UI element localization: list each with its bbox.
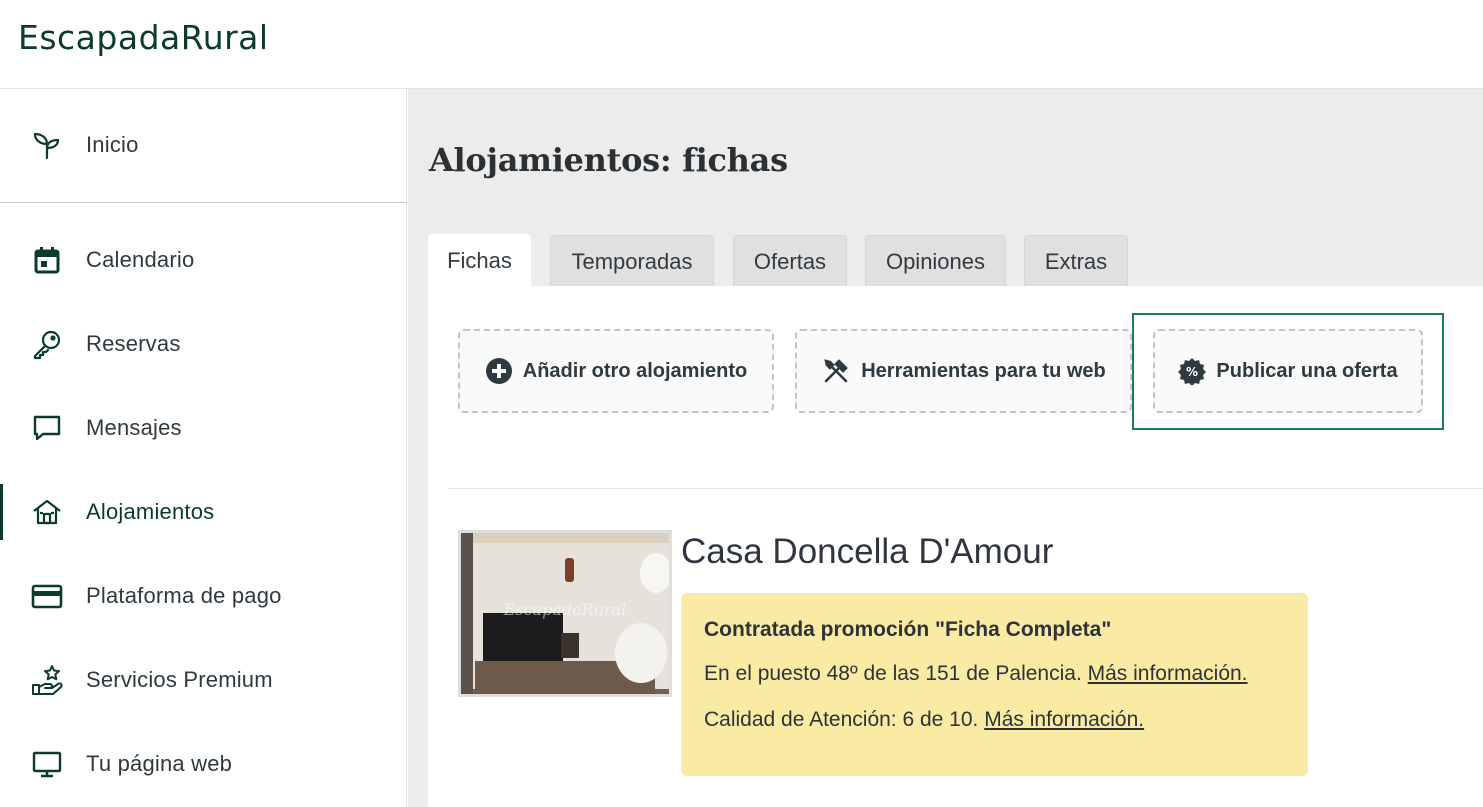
listing-title[interactable]: Casa Doncella D'Amour	[681, 532, 1053, 572]
house-icon	[30, 495, 64, 529]
percent-badge-icon: %	[1178, 357, 1207, 385]
sidebar-item-label: Reservas	[86, 331, 181, 356]
sidebar: Inicio Calendario Reservas Mensajes Aloj…	[0, 89, 407, 807]
credit-card-icon	[30, 579, 64, 613]
main-content: Alojamientos: fichas Fichas Temporadas O…	[408, 89, 1483, 807]
listing-photo[interactable]: EscapadaRural	[458, 530, 672, 697]
sidebar-item-label: Mensajes	[86, 415, 182, 440]
promo-box: Contratada promoción "Ficha Completa" En…	[681, 593, 1308, 776]
sidebar-item-label: Inicio	[86, 132, 139, 157]
ranking-text: En el puesto 48º de las 151 de Palencia.	[704, 662, 1082, 685]
quality-more-info-link[interactable]: Más información.	[984, 708, 1144, 731]
sidebar-item-calendario[interactable]: Calendario	[0, 232, 407, 288]
hand-star-icon	[30, 663, 64, 697]
plus-circle-icon	[485, 357, 513, 385]
monitor-icon	[30, 747, 64, 781]
sidebar-item-label: Calendario	[86, 247, 195, 272]
message-icon	[30, 411, 64, 445]
page-title: Alojamientos: fichas	[429, 141, 788, 179]
listing-photo-image: EscapadaRural	[461, 533, 669, 694]
sidebar-item-mensajes[interactable]: Mensajes	[0, 400, 407, 456]
sidebar-item-plataforma-de-pago[interactable]: Plataforma de pago	[0, 568, 407, 624]
tab-panel-fichas: Añadir otro alojamiento Herramientas par…	[428, 286, 1483, 807]
top-bar: EscapadaRural	[0, 0, 1483, 89]
sidebar-item-label: Servicios Premium	[86, 667, 273, 692]
logo[interactable]: EscapadaRural	[18, 18, 269, 57]
sidebar-item-alojamientos[interactable]: Alojamientos	[0, 484, 407, 540]
tab-temporadas[interactable]: Temporadas	[550, 235, 714, 287]
sidebar-item-servicios-premium[interactable]: Servicios Premium	[0, 652, 407, 708]
promo-title: Contratada promoción "Ficha Completa"	[704, 618, 1112, 641]
tab-fichas[interactable]: Fichas	[428, 234, 531, 287]
svg-text:%: %	[1186, 365, 1198, 379]
ranking-line: En el puesto 48º de las 151 de Palencia.…	[704, 662, 1248, 686]
web-tools-label: Herramientas para tu web	[861, 359, 1106, 382]
web-tools-button[interactable]: Herramientas para tu web	[795, 329, 1132, 413]
add-accommodation-button[interactable]: Añadir otro alojamiento	[458, 329, 774, 413]
sidebar-divider	[0, 202, 407, 203]
calendar-icon	[30, 243, 64, 277]
watermark: EscapadaRural	[503, 600, 627, 619]
divider	[448, 488, 1483, 489]
tab-opiniones[interactable]: Opiniones	[865, 235, 1006, 287]
quality-text: Calidad de Atención: 6 de 10.	[704, 708, 979, 731]
key-icon	[30, 327, 64, 361]
sidebar-item-label: Plataforma de pago	[86, 583, 282, 608]
ranking-more-info-link[interactable]: Más información.	[1088, 662, 1248, 685]
sprout-icon	[30, 128, 64, 162]
sidebar-item-label: Alojamientos	[86, 499, 215, 524]
sidebar-item-tu-pagina-web[interactable]: Tu página web	[0, 736, 407, 792]
sidebar-item-label: Tu página web	[86, 751, 233, 776]
tab-ofertas[interactable]: Ofertas	[733, 235, 847, 287]
tools-icon	[821, 356, 851, 386]
sidebar-item-inicio[interactable]: Inicio	[0, 117, 407, 173]
add-accommodation-label: Añadir otro alojamiento	[522, 359, 748, 382]
quality-line: Calidad de Atención: 6 de 10. Más inform…	[704, 708, 1144, 732]
sidebar-item-reservas[interactable]: Reservas	[0, 316, 407, 372]
publish-offer-button[interactable]: % Publicar una oferta	[1153, 329, 1423, 413]
tab-extras[interactable]: Extras	[1024, 235, 1128, 287]
publish-offer-label: Publicar una oferta	[1216, 359, 1398, 382]
